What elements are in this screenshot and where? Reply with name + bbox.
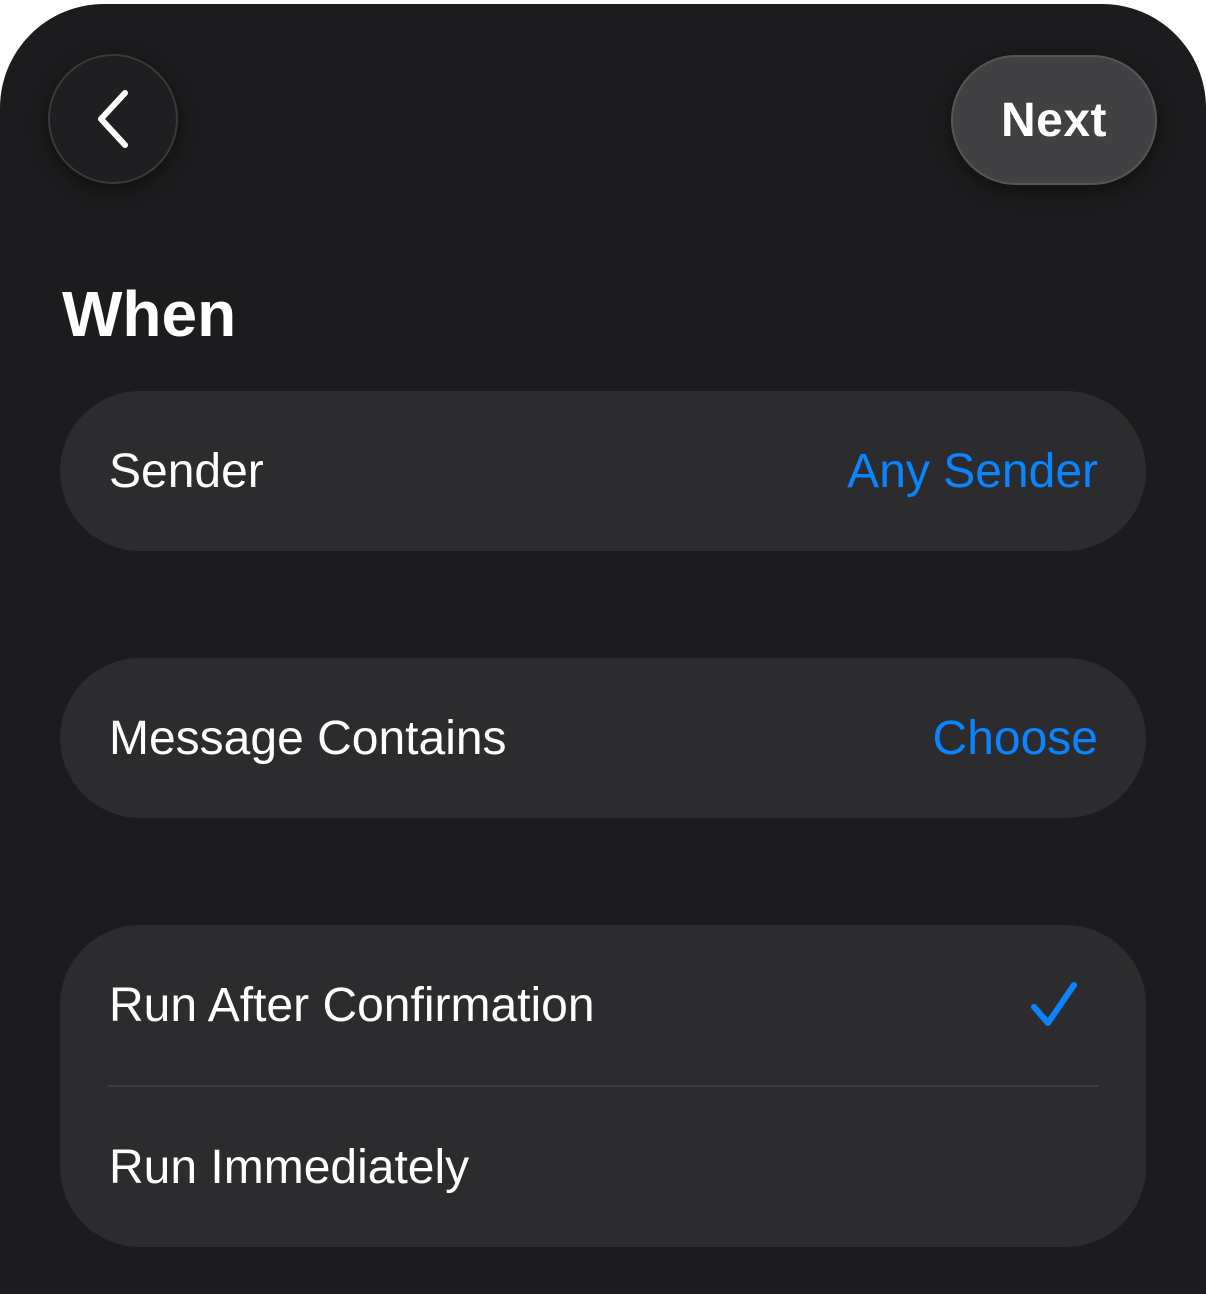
next-button[interactable]: Next [951, 55, 1157, 185]
automation-sheet: Next When Sender Any Sender Message Cont… [0, 4, 1206, 1294]
sender-label: Sender [109, 444, 264, 498]
back-button[interactable] [48, 54, 178, 184]
run-after-confirmation-option[interactable]: Run After Confirmation [60, 925, 1146, 1085]
message-contains-label: Message Contains [109, 711, 507, 765]
run-immediately-label: Run Immediately [109, 1140, 470, 1194]
sender-group: Sender Any Sender [60, 391, 1146, 551]
run-after-confirmation-label: Run After Confirmation [109, 978, 595, 1032]
sender-row[interactable]: Sender Any Sender [60, 391, 1146, 551]
message-contains-group: Message Contains Choose [60, 658, 1146, 818]
checkmark-icon [1031, 982, 1077, 1026]
message-contains-row[interactable]: Message Contains Choose [60, 658, 1146, 818]
run-immediately-option[interactable]: Run Immediately [60, 1087, 1146, 1247]
section-title: When [62, 278, 237, 350]
chevron-left-icon [98, 90, 128, 148]
sender-value[interactable]: Any Sender [847, 444, 1098, 499]
message-contains-value[interactable]: Choose [933, 711, 1098, 766]
run-mode-group: Run After Confirmation Run Immediately [60, 925, 1146, 1247]
